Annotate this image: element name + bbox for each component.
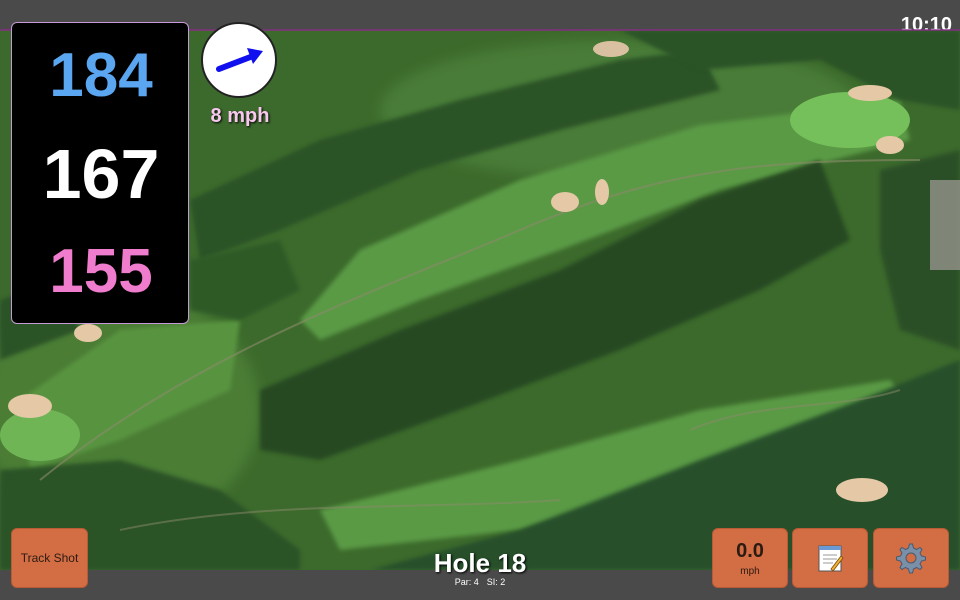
distance-panel: 184 167 155	[11, 22, 189, 324]
notepad-icon	[818, 545, 844, 572]
hole-si: SI: 2	[486, 577, 506, 587]
distance-middle: 167	[42, 135, 160, 213]
wind-dial	[201, 22, 277, 98]
track-shot-button[interactable]: Track Shot	[11, 528, 88, 588]
distance-front: 155	[49, 237, 153, 306]
hole-par: Par: 4	[454, 577, 479, 587]
wind-direction-arrow-icon	[216, 48, 263, 72]
gear-icon	[896, 543, 926, 574]
track-shot-label: Track Shot	[20, 551, 79, 565]
hole-details: Par: 4 SI: 2	[380, 577, 580, 587]
speed-button[interactable]: 0.0 mph	[712, 528, 788, 588]
settings-button[interactable]	[873, 528, 949, 588]
speed-unit: mph	[740, 565, 760, 577]
distance-back: 184	[49, 41, 153, 110]
hole-info: Hole 18 Par: 4 SI: 2	[380, 548, 580, 587]
wind-speed: 8 mph	[210, 105, 270, 127]
speed-value: 0.0	[736, 539, 764, 562]
notes-button[interactable]	[792, 528, 868, 588]
hole-title: Hole 18	[433, 548, 527, 578]
